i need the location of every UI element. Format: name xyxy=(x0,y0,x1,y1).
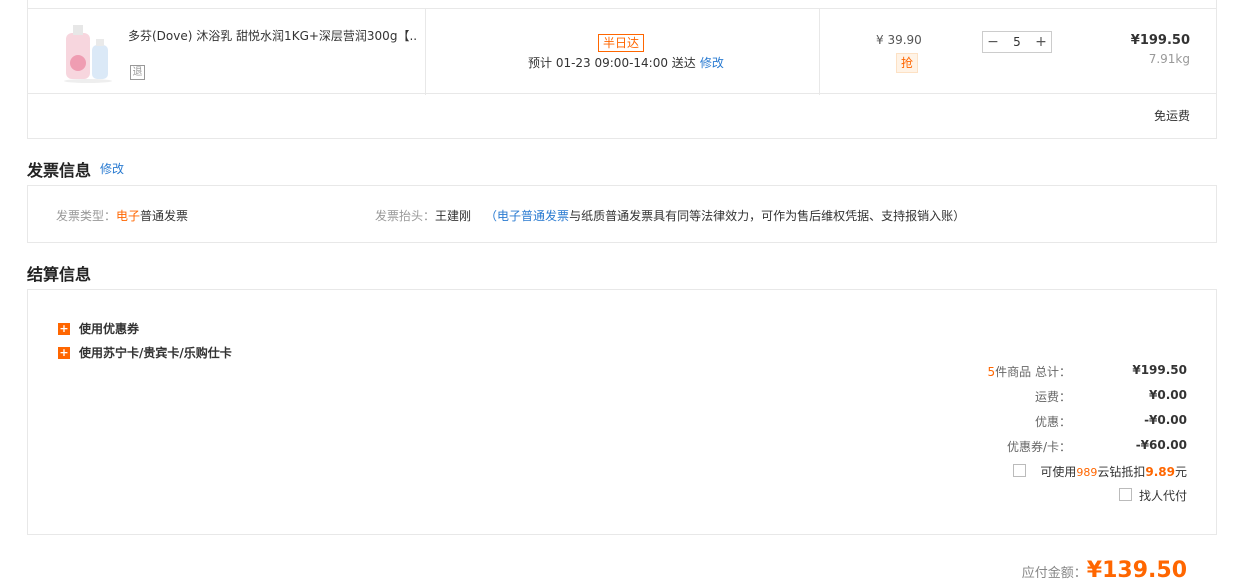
use-coupon-label: 使用优惠券 xyxy=(79,322,140,336)
shipping-note: 免运费 xyxy=(1153,109,1190,123)
discount-value: -¥0.00 xyxy=(1144,413,1187,427)
settlement-section-title: 结算信息 xyxy=(27,265,92,284)
proxy-pay-checkbox[interactable] xyxy=(1119,488,1132,501)
delivery-time-text: 预计 01-23 09:00-14:00 送达 xyxy=(528,56,696,70)
expand-plus-icon: + xyxy=(58,321,70,335)
flash-sale-badge: 抢 xyxy=(896,53,918,73)
return-badge: 退 xyxy=(130,65,145,80)
invoice-note-open: （ xyxy=(485,209,498,223)
invoice-type: 发票类型：电子普通发票 xyxy=(56,207,188,224)
invoice-section: 发票类型：电子普通发票 发票抬头：王建刚 （电子普通发票与纸质普通发票具有同等法律… xyxy=(27,185,1217,243)
delivery-modify-link[interactable]: 修改 xyxy=(700,56,724,70)
invoice-head-value: 王建刚 xyxy=(435,209,472,223)
payable-amount: 应付金额：¥139.50 xyxy=(1022,558,1187,583)
invoice-note-text: 与纸质普通发票具有同等法律效力，可作为售后维权凭据、支持报销入账） xyxy=(569,209,966,223)
payable-value: ¥139.50 xyxy=(1086,558,1187,583)
diamond-count: 989 xyxy=(1076,466,1098,479)
invoice-type-label: 发票类型： xyxy=(56,209,117,223)
shipping-label: 运费： xyxy=(1034,390,1071,404)
diamond-prefix: 可使用 xyxy=(1040,465,1077,479)
unit-price: ¥ 39.90 xyxy=(876,33,922,47)
delivery-time: 预计 01-23 09:00-14:00 送达 修改 xyxy=(528,54,724,71)
coupon-card-label: 优惠券/卡： xyxy=(1006,440,1071,454)
invoice-type-highlight: 电子 xyxy=(116,209,141,223)
payable-label: 应付金额： xyxy=(1021,566,1087,581)
item-count-suffix: 件商品 总计： xyxy=(995,365,1071,379)
quantity-decrease-button[interactable]: − xyxy=(983,32,1003,52)
product-section: 多芬(Dove) 沐浴乳 甜悦水润1KG+深层营润300g【... 退 半日达 … xyxy=(27,0,1217,139)
total-label: 5件商品 总计： xyxy=(988,363,1071,380)
shipping-value: ¥0.00 xyxy=(1149,388,1187,402)
invoice-head-label: 发票抬头： xyxy=(375,209,436,223)
coupon-card-value: -¥60.00 xyxy=(1135,438,1187,452)
invoice-type-value: 普通发票 xyxy=(140,209,189,223)
diamond-amount: 9.89 xyxy=(1145,465,1175,479)
product-image[interactable] xyxy=(60,23,118,85)
invoice-note: （电子普通发票与纸质普通发票具有同等法律效力，可作为售后维权凭据、支持报销入账） xyxy=(485,209,965,223)
proxy-pay-label: 找人代付 xyxy=(1138,489,1187,503)
diamond-suffix: 元 xyxy=(1174,465,1187,479)
settlement-section: + 使用优惠券 + 使用苏宁卡/贵宾卡/乐购仕卡 5件商品 总计： ¥199.5… xyxy=(27,289,1217,535)
quantity-stepper: − 5 + xyxy=(982,31,1052,53)
quantity-increase-button[interactable]: + xyxy=(1031,32,1051,52)
column-divider xyxy=(425,9,426,95)
product-row: 多芬(Dove) 沐浴乳 甜悦水润1KG+深层营润300g【... 退 半日达 … xyxy=(28,8,1216,95)
invoice-header: 发票抬头：王建刚 （电子普通发票与纸质普通发票具有同等法律效力，可作为售后维权凭据… xyxy=(375,207,965,224)
use-card-label: 使用苏宁卡/贵宾卡/乐购仕卡 xyxy=(79,346,232,360)
diamond-deduction-text: 可使用989云钻抵扣9.89元 xyxy=(1040,463,1187,480)
use-coupon-toggle[interactable]: + 使用优惠券 xyxy=(58,320,139,337)
delivery-speed-badge: 半日达 xyxy=(598,34,645,52)
diamond-mid: 云钻抵扣 xyxy=(1097,465,1146,479)
discount-label: 优惠： xyxy=(1034,415,1071,429)
product-name[interactable]: 多芬(Dove) 沐浴乳 甜悦水润1KG+深层营润300g【... xyxy=(128,27,418,44)
item-weight: 7.91kg xyxy=(1148,52,1190,66)
invoice-modify-link[interactable]: 修改 xyxy=(100,160,124,177)
use-card-toggle[interactable]: + 使用苏宁卡/贵宾卡/乐购仕卡 xyxy=(58,344,232,361)
total-value: ¥199.50 xyxy=(1132,363,1187,377)
use-diamond-checkbox[interactable] xyxy=(1013,464,1026,477)
invoice-section-title: 发票信息 xyxy=(27,161,92,180)
quantity-value[interactable]: 5 xyxy=(1013,35,1021,49)
expand-plus-icon: + xyxy=(58,345,70,359)
column-divider xyxy=(819,9,820,95)
item-subtotal: ¥199.50 xyxy=(1130,33,1190,48)
e-invoice-link[interactable]: 电子普通发票 xyxy=(497,209,569,223)
